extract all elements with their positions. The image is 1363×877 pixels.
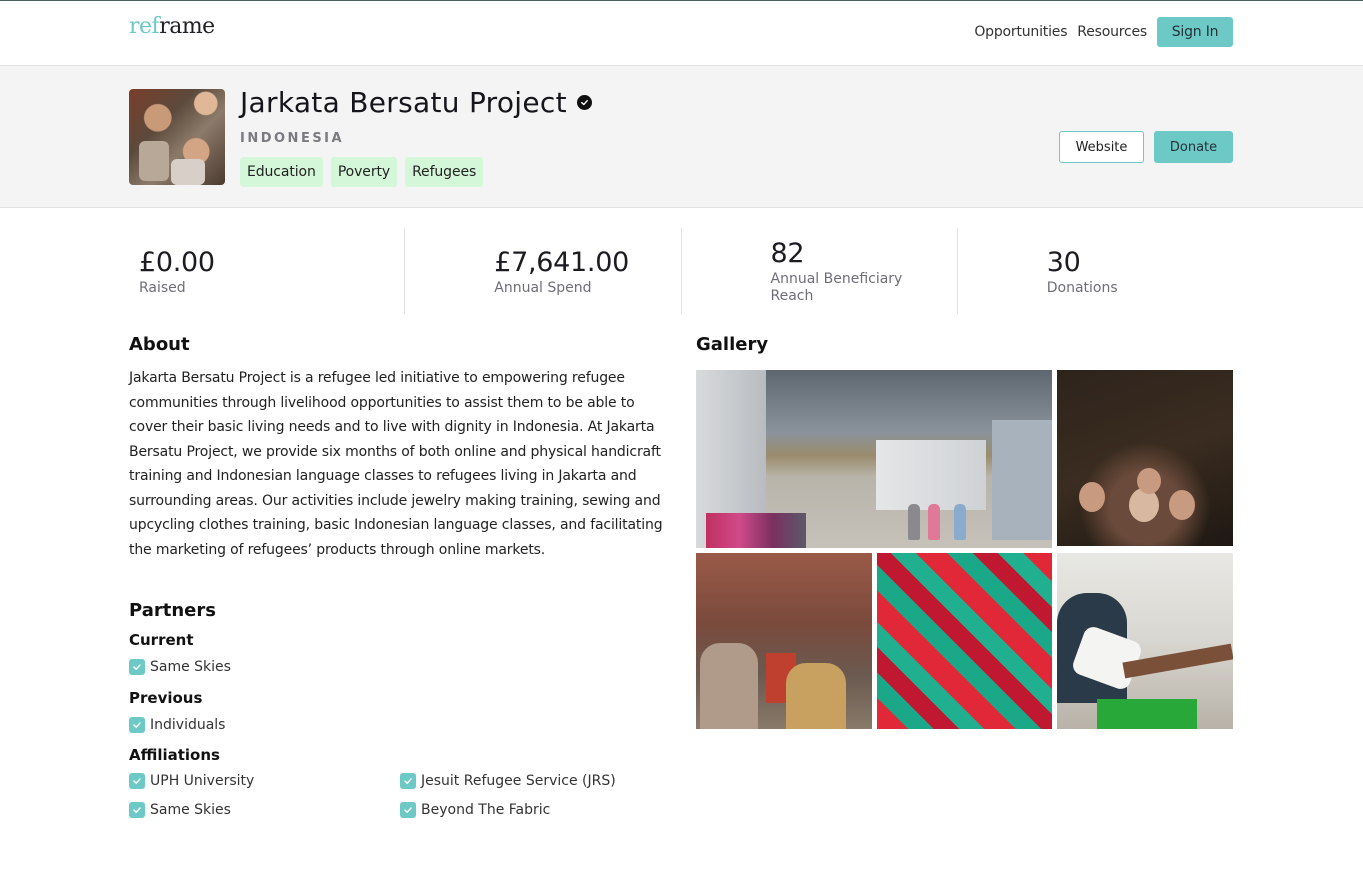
stat-value: £7,641.00 [494,247,629,278]
photo-detail [876,440,986,510]
photo-detail [928,504,940,540]
partners-section: Partners Current Same Skies Previous Ind… [129,600,669,820]
website-button[interactable]: Website [1059,131,1144,163]
checkbox-checked-icon [129,802,145,818]
stat-value: 82 [770,238,805,269]
stat-value: 30 [1046,247,1081,278]
title-row: Jarkata Bersatu Project [240,86,592,119]
photo-detail [700,643,758,729]
previous-partners-heading: Previous [129,689,203,707]
stat-annual-spend: £7,641.00 Annual Spend [405,228,682,314]
stat-beneficiary-reach: 82 Annual Beneficiary Reach [682,228,958,314]
affiliation-name: Same Skies [150,802,231,818]
current-partners-heading: Current [129,631,194,649]
stat-label: Annual Spend [494,280,592,296]
affiliation-name: Beyond The Fabric [421,802,551,818]
project-stats: £0.00 Raised £7,641.00 Annual Spend 82 A… [129,228,1233,314]
avatar-detail [139,141,169,181]
nav-opportunities-link[interactable]: Opportunities [974,24,1067,40]
photo-detail [1137,468,1161,494]
partners-heading: Partners [129,600,216,621]
partner-item: Same Skies [129,657,669,677]
checkbox-checked-icon [129,717,145,733]
project-hero: Jarkata Bersatu Project INDONESIA Educat… [0,65,1363,208]
affiliation-item: Jesuit Refugee Service (JRS) [400,771,660,791]
photo-detail [992,420,1052,540]
sign-in-button[interactable]: Sign In [1157,17,1233,47]
photo-detail [1169,490,1195,520]
affiliation-item: UPH University [129,771,400,791]
gallery-photo-gift-bags[interactable] [877,553,1052,729]
tag-education[interactable]: Education [240,157,323,187]
gallery-photo-refugee-camp[interactable] [696,370,1052,548]
project-avatar-image [129,89,225,185]
nav-resources-link[interactable]: Resources [1077,24,1147,40]
photo-detail [1097,699,1197,729]
tag-poverty[interactable]: Poverty [330,157,398,187]
partner-name: Same Skies [150,659,231,675]
checkbox-checked-icon [129,659,145,675]
affiliation-name: UPH University [150,773,255,789]
affiliations-list: UPH University Jesuit Refugee Service (J… [129,771,669,820]
project-title: Jarkata Bersatu Project [240,86,567,119]
checkbox-checked-icon [400,802,416,818]
tag-refugees[interactable]: Refugees [405,157,484,187]
cause-tags: Education Poverty Refugees [240,157,484,187]
stat-value: £0.00 [139,247,215,278]
affiliation-name: Jesuit Refugee Service (JRS) [421,773,616,789]
affiliations-heading: Affiliations [129,746,220,764]
reframe-logo[interactable]: reframe [129,14,215,39]
photo-detail [954,504,966,540]
hero-actions: Website Donate [1059,131,1233,163]
photo-detail [1079,482,1105,512]
verified-check-icon [576,95,592,110]
gallery-grid [696,370,1233,729]
affiliation-item: Beyond The Fabric [400,800,660,820]
affiliation-item: Same Skies [129,800,400,820]
stat-label: Annual Beneficiary Reach [770,271,903,304]
about-text: Jakarta Bersatu Project is a refugee led… [129,370,663,558]
stat-raised: £0.00 Raised [129,228,406,314]
photo-detail [908,504,920,540]
about-section: About Jakarta Bersatu Project is a refug… [129,334,664,562]
main-nav: Opportunities Resources Sign In [974,17,1233,47]
gallery-section: Gallery [696,334,1233,729]
stat-label: Donations [1046,280,1118,296]
photo-detail [786,663,846,729]
photo-detail [706,513,806,548]
checkbox-checked-icon [129,773,145,789]
gallery-photo-volunteers[interactable] [1057,553,1233,729]
top-navigation: reframe Opportunities Resources Sign In [0,1,1363,65]
gallery-heading: Gallery [696,334,769,355]
about-heading: About [129,334,190,355]
gallery-photo-women-talking[interactable] [696,553,872,729]
stat-donations: 30 Donations [958,228,1233,314]
stat-label: Raised [139,280,186,296]
avatar-detail [171,159,205,185]
partner-name: Individuals [150,717,226,733]
project-country: INDONESIA [240,131,345,146]
logo-part-rame: rame [159,14,215,39]
donate-button[interactable]: Donate [1154,131,1233,163]
checkbox-checked-icon [400,773,416,789]
partner-item: Individuals [129,715,669,735]
gallery-photo-family[interactable] [1057,370,1233,546]
logo-part-ref: ref [129,14,160,39]
